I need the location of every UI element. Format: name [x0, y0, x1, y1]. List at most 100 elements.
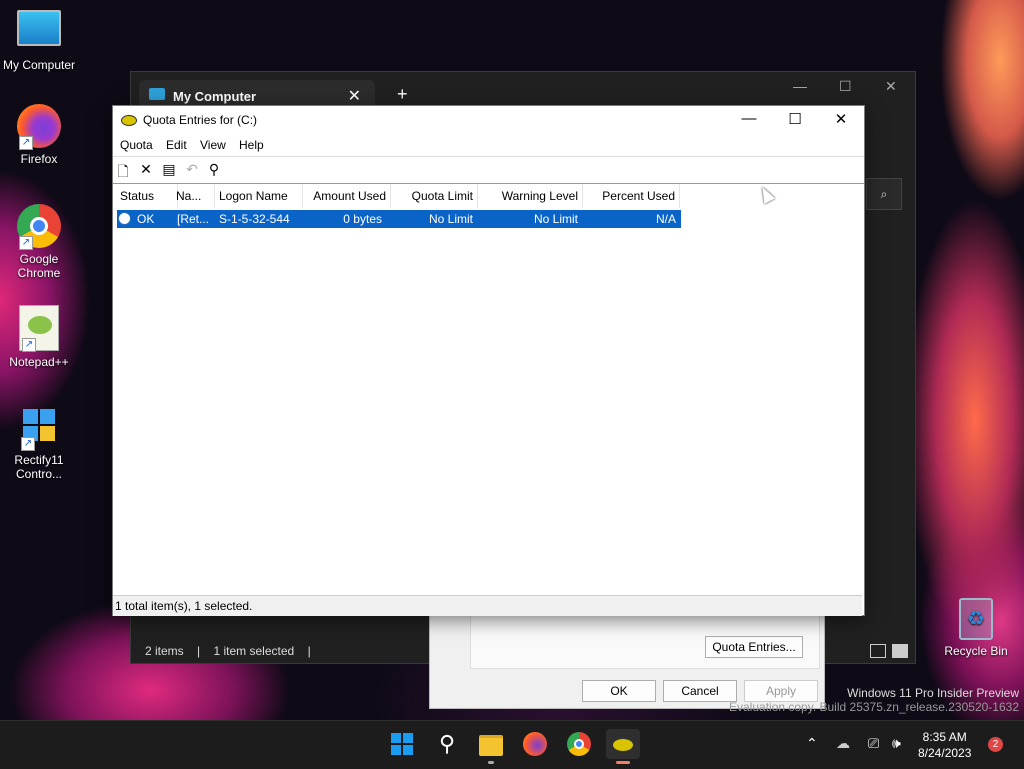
running-indicator	[488, 761, 494, 764]
details-view-icon[interactable]	[870, 644, 886, 658]
recycle-bin-icon: ♻	[959, 598, 993, 640]
close-tab-icon[interactable]: ✕	[348, 86, 361, 106]
table-row[interactable]: OK [Ret... S-1-5-32-544 0 bytes No Limit…	[117, 210, 681, 228]
menu-bar: Quota Edit View Help	[113, 134, 864, 157]
status-selection: 1 item selected	[213, 644, 295, 658]
clock-time: 8:35 AM	[922, 730, 967, 744]
desktop-icon-recycle-bin[interactable]: ♻ Recycle Bin	[944, 598, 1008, 658]
title-bar: Quota Entries for (C:) — ☐ ✕	[113, 106, 864, 134]
notepad-plus-plus-icon: ↗	[19, 305, 59, 352]
close-icon[interactable]: ✕	[831, 110, 851, 128]
show-hidden-icons-chevron-icon[interactable]: ⌃	[806, 735, 818, 752]
delete-icon[interactable]: ✕	[137, 161, 155, 178]
firefox-icon	[523, 732, 547, 756]
desktop-icon-notepad-plus-plus[interactable]: ↗ Notepad++	[1, 305, 77, 369]
desktop-icon-my-computer[interactable]: My Computer	[1, 10, 77, 72]
search-icon: ⚲	[438, 731, 456, 756]
minimize-icon[interactable]: —	[739, 110, 759, 127]
status-text: 1 total item(s), 1 selected.	[115, 599, 253, 613]
shortcut-arrow-icon: ↗	[22, 338, 36, 352]
taskbar: ⚲ ⌃ ☁ ⎚ 🕪 8:35 AM 8/24/2023 2	[0, 720, 1024, 769]
maximize-icon[interactable]: ☐	[839, 78, 852, 95]
watermark-line1: Windows 11 Pro Insider Preview	[847, 686, 1019, 700]
explorer-status-bar: 2 items | 1 item selected |	[145, 644, 321, 658]
new-entry-icon[interactable]: 🗋	[114, 161, 132, 185]
quota-app-icon	[612, 738, 634, 752]
cell-amount-used: 0 bytes	[343, 212, 382, 226]
onedrive-icon[interactable]: ☁	[836, 735, 850, 752]
shortcut-arrow-icon: ↗	[19, 236, 33, 250]
quota-list[interactable]: Status Na... Logon Name Amount Used Quot…	[113, 184, 862, 591]
desktop-icon-firefox[interactable]: ↗ Firefox	[1, 104, 77, 166]
cell-percent-used: N/A	[655, 212, 676, 226]
window-title: Quota Entries for (C:)	[143, 113, 258, 127]
notification-badge[interactable]: 2	[988, 737, 1003, 752]
cell-name: [Ret...	[177, 212, 210, 226]
shortcut-arrow-icon: ↗	[21, 437, 35, 451]
volume-icon[interactable]: 🕪	[892, 735, 901, 752]
menu-quota[interactable]: Quota	[120, 138, 153, 152]
column-status[interactable]: Status	[113, 184, 178, 208]
start-button[interactable]	[388, 729, 418, 759]
windows-watermark: Windows 11 Pro Insider Preview Evaluatio…	[729, 686, 1019, 714]
network-icon[interactable]: ⎚	[868, 735, 879, 752]
monitor-icon	[149, 88, 165, 100]
ok-button[interactable]: OK	[582, 680, 656, 702]
menu-help[interactable]: Help	[239, 138, 264, 152]
toolbar: 🗋 ✕ ▤ ↶ ⚲	[113, 157, 864, 184]
chrome-icon: ↗	[17, 204, 61, 250]
properties-icon[interactable]: ▤	[160, 161, 178, 178]
column-warning-level[interactable]: Warning Level	[478, 184, 583, 208]
search-button[interactable]: ⌕	[866, 178, 902, 210]
search-icon: ⌕	[880, 187, 888, 201]
minimize-icon[interactable]: —	[793, 78, 807, 94]
maximize-icon[interactable]: ☐	[785, 110, 805, 128]
quota-entries-button[interactable]: Quota Entries...	[705, 636, 803, 658]
cell-logon-name: S-1-5-32-544	[219, 212, 290, 226]
status-divider: |	[307, 644, 311, 658]
column-quota-limit[interactable]: Quota Limit	[390, 184, 478, 208]
chrome-button[interactable]	[564, 729, 594, 759]
status-bar: 1 total item(s), 1 selected.	[113, 595, 862, 616]
clock[interactable]: 8:35 AM 8/24/2023	[918, 729, 971, 761]
windows-logo-icon	[391, 733, 413, 755]
watermark-line2: Evaluation copy. Build 25375.zn_release.…	[729, 700, 1019, 714]
quota-entries-window: Quota Entries for (C:) — ☐ ✕ Quota Edit …	[112, 105, 865, 616]
menu-view[interactable]: View	[200, 138, 226, 152]
shortcut-arrow-icon: ↗	[19, 136, 33, 150]
cell-quota-limit: No Limit	[428, 212, 473, 226]
firefox-button[interactable]	[520, 729, 550, 759]
status-ok-icon	[118, 212, 131, 225]
desktop-icon-label: My Computer	[2, 58, 76, 72]
cancel-button[interactable]: Cancel	[663, 680, 737, 702]
desktop-icon-google-chrome[interactable]: ↗ Google Chrome	[1, 204, 77, 280]
column-amount-used[interactable]: Amount Used	[302, 184, 391, 208]
desktop-icon-label: Recycle Bin	[944, 644, 1008, 658]
folder-icon	[479, 735, 503, 756]
find-icon[interactable]: ⚲	[205, 161, 223, 178]
clock-date: 8/24/2023	[918, 746, 972, 760]
active-indicator	[616, 761, 630, 764]
desktop-icon-label: Rectify11 Contro...	[14, 453, 64, 481]
close-icon[interactable]: ✕	[885, 78, 897, 95]
tiles-view-icon[interactable]	[892, 644, 908, 658]
column-logon-name[interactable]: Logon Name	[214, 184, 303, 208]
control-panel-icon: ↗	[19, 405, 59, 451]
quota-entries-taskbar-button[interactable]	[606, 729, 640, 764]
file-explorer-button[interactable]	[476, 729, 506, 764]
status-item-count: 2 items	[145, 644, 184, 658]
status-divider: |	[197, 644, 201, 658]
column-percent-used[interactable]: Percent Used	[583, 184, 680, 208]
tab-title: My Computer	[173, 89, 257, 104]
search-button[interactable]: ⚲	[432, 729, 462, 759]
column-name[interactable]: Na...	[170, 184, 215, 208]
desktop-icon-label: Notepad++	[9, 355, 69, 369]
new-tab-button[interactable]: +	[397, 84, 408, 105]
desktop-icon-label: Google Chrome	[17, 252, 61, 280]
desktop-icon-rectify11[interactable]: ↗ Rectify11 Contro...	[1, 405, 77, 481]
chrome-icon	[567, 732, 591, 756]
undo-icon[interactable]: ↶	[183, 161, 201, 178]
menu-edit[interactable]: Edit	[166, 138, 187, 152]
quota-app-icon	[121, 115, 137, 126]
firefox-icon: ↗	[17, 104, 61, 150]
